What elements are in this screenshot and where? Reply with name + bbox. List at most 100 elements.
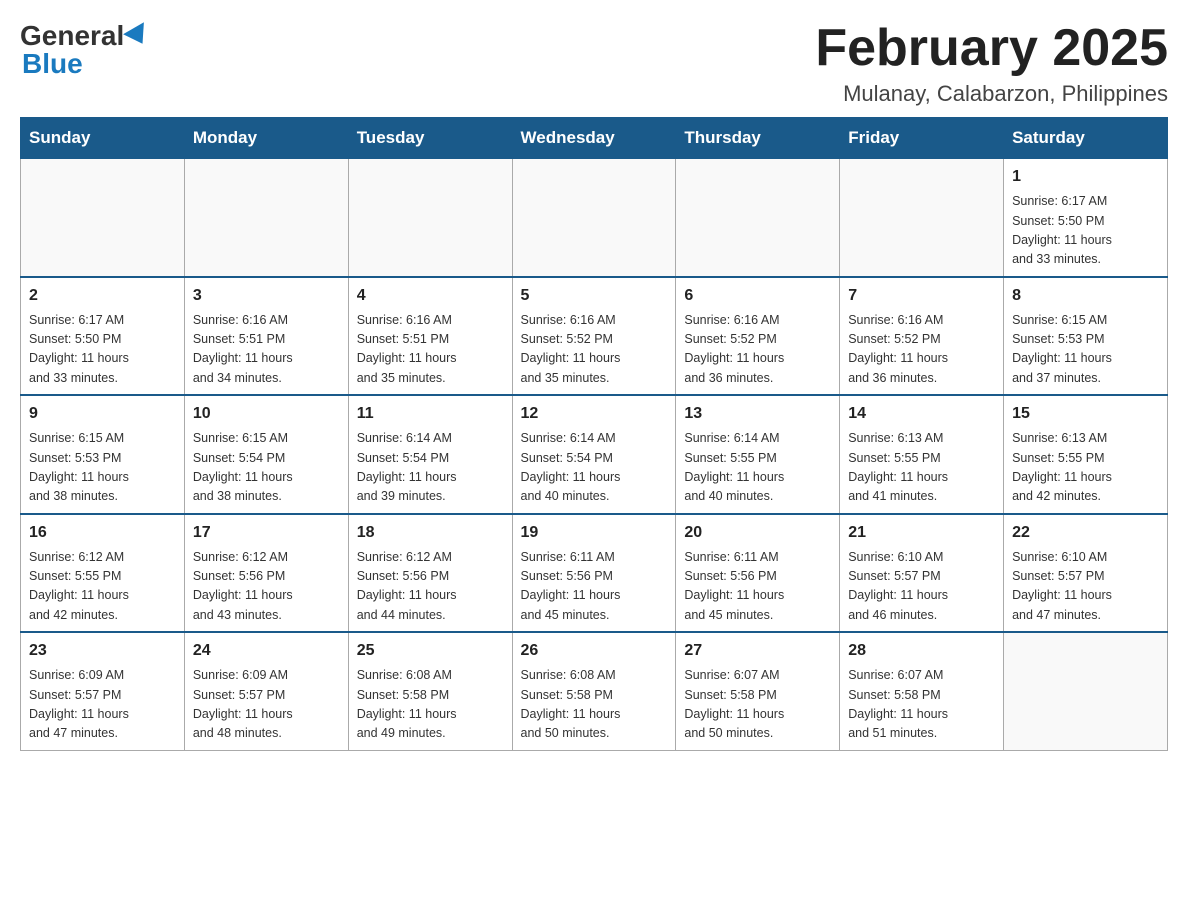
- day-info: Sunrise: 6:09 AM Sunset: 5:57 PM Dayligh…: [193, 666, 340, 744]
- calendar-day-cell: [840, 159, 1004, 277]
- day-info: Sunrise: 6:16 AM Sunset: 5:52 PM Dayligh…: [684, 311, 831, 389]
- day-info: Sunrise: 6:10 AM Sunset: 5:57 PM Dayligh…: [848, 548, 995, 626]
- day-number: 2: [29, 284, 176, 308]
- day-number: 22: [1012, 521, 1159, 545]
- calendar-day-cell: 23Sunrise: 6:09 AM Sunset: 5:57 PM Dayli…: [21, 632, 185, 750]
- calendar-day-cell: 19 Sunrise: 6:11 AM Sunset: 5:56 PM Dayli…: [512, 514, 676, 633]
- calendar-day-cell: 25 Sunrise: 6:08 AM Sunset: 5:58 PM Dayli…: [348, 632, 512, 750]
- day-number: 1: [1012, 165, 1159, 189]
- calendar-day-cell: 16 Sunrise: 6:12 AM Sunset: 5:55 PM Dayli…: [21, 514, 185, 633]
- title-section: February 2025 Mulanay, Calabarzon, Phili…: [815, 20, 1168, 107]
- calendar-day-cell: 12 Sunrise: 6:14 AM Sunset: 5:54 PM Dayli…: [512, 395, 676, 514]
- day-number: 25: [357, 639, 504, 663]
- calendar-day-cell: [1004, 632, 1168, 750]
- day-number: 11: [357, 402, 504, 426]
- calendar-title: February 2025: [815, 20, 1168, 77]
- calendar-day-cell: 4 Sunrise: 6:16 AM Sunset: 5:51 PM Daylig…: [348, 277, 512, 396]
- calendar-day-cell: 18 Sunrise: 6:12 AM Sunset: 5:56 PM Dayli…: [348, 514, 512, 633]
- day-info: Sunrise: 6:13 AM Sunset: 5:55 PM Dayligh…: [1012, 429, 1159, 507]
- calendar-week-row: 2 Sunrise: 6:17 AM Sunset: 5:50 PM Daylig…: [21, 277, 1168, 396]
- day-info: Sunrise: 6:16 AM Sunset: 5:52 PM Dayligh…: [521, 311, 668, 389]
- logo-blue-spacer: [152, 20, 160, 52]
- day-of-week-header: Monday: [184, 118, 348, 159]
- calendar-subtitle: Mulanay, Calabarzon, Philippines: [815, 81, 1168, 107]
- day-info: Sunrise: 6:08 AM Sunset: 5:58 PM Dayligh…: [521, 666, 668, 744]
- calendar-day-cell: 10 Sunrise: 6:15 AM Sunset: 5:54 PM Dayli…: [184, 395, 348, 514]
- day-number: 16: [29, 521, 176, 545]
- calendar-day-cell: [348, 159, 512, 277]
- day-number: 19: [521, 521, 668, 545]
- calendar-day-cell: 1 Sunrise: 6:17 AM Sunset: 5:50 PM Daylig…: [1004, 159, 1168, 277]
- day-number: 13: [684, 402, 831, 426]
- day-info: Sunrise: 6:10 AM Sunset: 5:57 PM Dayligh…: [1012, 548, 1159, 626]
- day-number: 8: [1012, 284, 1159, 308]
- page-header: General Blue February 2025 Mulanay, Cala…: [20, 20, 1168, 107]
- day-number: 4: [357, 284, 504, 308]
- day-info: Sunrise: 6:11 AM Sunset: 5:56 PM Dayligh…: [521, 548, 668, 626]
- calendar-day-cell: [512, 159, 676, 277]
- calendar-table: SundayMondayTuesdayWednesdayThursdayFrid…: [20, 117, 1168, 751]
- calendar-day-cell: [184, 159, 348, 277]
- calendar-week-row: 23 Sunrise: 6:09 AM Sunset: 5:57 PM Dayli…: [21, 632, 1168, 750]
- day-number: 18: [357, 521, 504, 545]
- day-info: Sunrise: 6:15 AM Sunset: 5:53 PM Dayligh…: [29, 429, 176, 507]
- day-info: Sunrise: 6:12 AM Sunset: 5:56 PM Dayligh…: [357, 548, 504, 626]
- day-info: Sunrise: 6:15 AM Sunset: 5:53 PM Dayligh…: [1012, 311, 1159, 389]
- day-number: 24: [193, 639, 340, 663]
- calendar-day-cell: 2 Sunrise: 6:17 AM Sunset: 5:50 PM Daylig…: [21, 277, 185, 396]
- day-info: Sunrise: 6:16 AM Sunset: 5:51 PM Dayligh…: [193, 311, 340, 389]
- day-info: Sunrise: 6:15 AM Sunset: 5:54 PM Dayligh…: [193, 429, 340, 507]
- calendar-day-cell: 13Sunrise: 6:14 AM Sunset: 5:55 PM Dayli…: [676, 395, 840, 514]
- day-info: Sunrise: 6:07 AM Sunset: 5:58 PM Dayligh…: [848, 666, 995, 744]
- day-number: 27: [684, 639, 831, 663]
- day-of-week-header: Tuesday: [348, 118, 512, 159]
- calendar-day-cell: 6 Sunrise: 6:16 AM Sunset: 5:52 PM Daylig…: [676, 277, 840, 396]
- calendar-day-cell: 27 Sunrise: 6:07 AM Sunset: 5:58 PM Dayli…: [676, 632, 840, 750]
- day-number: 14: [848, 402, 995, 426]
- day-number: 3: [193, 284, 340, 308]
- day-of-week-header: Thursday: [676, 118, 840, 159]
- day-of-week-header: Wednesday: [512, 118, 676, 159]
- calendar-day-cell: 21Sunrise: 6:10 AM Sunset: 5:57 PM Dayli…: [840, 514, 1004, 633]
- day-info: Sunrise: 6:16 AM Sunset: 5:51 PM Dayligh…: [357, 311, 504, 389]
- calendar-week-row: 16 Sunrise: 6:12 AM Sunset: 5:55 PM Dayli…: [21, 514, 1168, 633]
- day-number: 10: [193, 402, 340, 426]
- day-of-week-header: Saturday: [1004, 118, 1168, 159]
- logo: General Blue: [20, 20, 160, 80]
- day-info: Sunrise: 6:17 AM Sunset: 5:50 PM Dayligh…: [29, 311, 176, 389]
- calendar-day-cell: 24 Sunrise: 6:09 AM Sunset: 5:57 PM Dayli…: [184, 632, 348, 750]
- calendar-day-cell: 11Sunrise: 6:14 AM Sunset: 5:54 PM Dayli…: [348, 395, 512, 514]
- calendar-day-cell: 20 Sunrise: 6:11 AM Sunset: 5:56 PM Dayli…: [676, 514, 840, 633]
- day-info: Sunrise: 6:14 AM Sunset: 5:54 PM Dayligh…: [521, 429, 668, 507]
- day-of-week-header: Friday: [840, 118, 1004, 159]
- day-number: 26: [521, 639, 668, 663]
- day-number: 23: [29, 639, 176, 663]
- calendar-day-cell: 26 Sunrise: 6:08 AM Sunset: 5:58 PM Dayli…: [512, 632, 676, 750]
- day-number: 28: [848, 639, 995, 663]
- day-number: 7: [848, 284, 995, 308]
- logo-blue-text: Blue: [22, 48, 83, 79]
- day-info: Sunrise: 6:17 AM Sunset: 5:50 PM Dayligh…: [1012, 192, 1159, 270]
- calendar-day-cell: [21, 159, 185, 277]
- calendar-day-cell: 28 Sunrise: 6:07 AM Sunset: 5:58 PM Dayli…: [840, 632, 1004, 750]
- day-number: 9: [29, 402, 176, 426]
- day-number: 5: [521, 284, 668, 308]
- day-info: Sunrise: 6:12 AM Sunset: 5:55 PM Dayligh…: [29, 548, 176, 626]
- calendar-day-cell: 17Sunrise: 6:12 AM Sunset: 5:56 PM Dayli…: [184, 514, 348, 633]
- day-number: 12: [521, 402, 668, 426]
- day-info: Sunrise: 6:16 AM Sunset: 5:52 PM Dayligh…: [848, 311, 995, 389]
- day-info: Sunrise: 6:08 AM Sunset: 5:58 PM Dayligh…: [357, 666, 504, 744]
- calendar-week-row: 9 Sunrise: 6:15 AM Sunset: 5:53 PM Daylig…: [21, 395, 1168, 514]
- day-info: Sunrise: 6:13 AM Sunset: 5:55 PM Dayligh…: [848, 429, 995, 507]
- day-number: 17: [193, 521, 340, 545]
- calendar-day-cell: [676, 159, 840, 277]
- day-number: 20: [684, 521, 831, 545]
- calendar-header-row: SundayMondayTuesdayWednesdayThursdayFrid…: [21, 118, 1168, 159]
- day-info: Sunrise: 6:07 AM Sunset: 5:58 PM Dayligh…: [684, 666, 831, 744]
- day-number: 6: [684, 284, 831, 308]
- calendar-day-cell: 3 Sunrise: 6:16 AM Sunset: 5:51 PM Daylig…: [184, 277, 348, 396]
- calendar-day-cell: 22 Sunrise: 6:10 AM Sunset: 5:57 PM Dayli…: [1004, 514, 1168, 633]
- day-info: Sunrise: 6:11 AM Sunset: 5:56 PM Dayligh…: [684, 548, 831, 626]
- calendar-day-cell: 7 Sunrise: 6:16 AM Sunset: 5:52 PM Daylig…: [840, 277, 1004, 396]
- day-of-week-header: Sunday: [21, 118, 185, 159]
